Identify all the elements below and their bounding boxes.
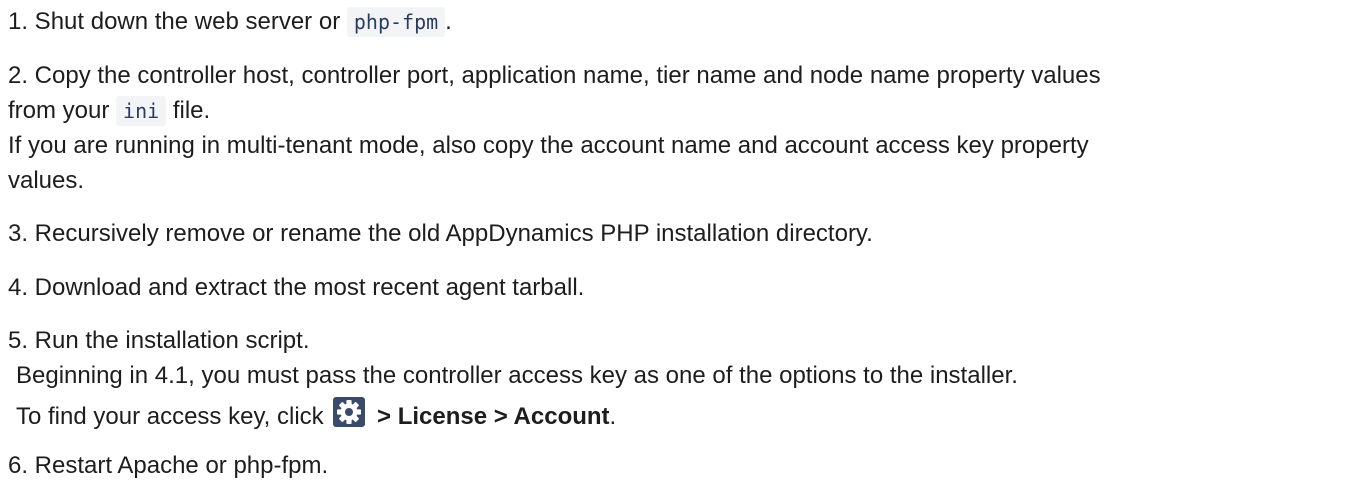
step-5-period: . — [609, 403, 617, 430]
settings-gear-icon — [332, 396, 366, 428]
step-1: 1. Shut down the web server or php-fpm. — [8, 6, 452, 38]
step-5-note-2: To find your access key, click > License… — [16, 396, 617, 430]
step-6: 6. Restart Apache or php-fpm. — [8, 452, 329, 479]
step-2-line-2: from your ini file. — [8, 95, 210, 127]
step-5-find-text: To find your access key, click — [16, 403, 331, 430]
php-fpm-code: php-fpm — [346, 7, 446, 37]
step-5: 5. Run the installation script. — [8, 327, 310, 354]
step-1-period: . — [445, 8, 452, 35]
ini-code: ini — [116, 96, 167, 126]
step-2-line-1: 2. Copy the controller host, controller … — [8, 62, 1101, 89]
step-2-line-3: If you are running in multi-tenant mode,… — [8, 132, 1089, 159]
step-2-file-text: file. — [166, 97, 211, 124]
license-account-path: > License > Account — [370, 403, 610, 430]
step-4: 4. Download and extract the most recent … — [8, 274, 585, 301]
step-5-note-1: Beginning in 4.1, you must pass the cont… — [16, 362, 1018, 389]
step-2-from-text: from your — [8, 97, 117, 124]
step-3: 3. Recursively remove or rename the old … — [8, 220, 873, 247]
step-2-line-4: values. — [8, 167, 85, 194]
step-1-text: 1. Shut down the web server or — [8, 8, 347, 35]
